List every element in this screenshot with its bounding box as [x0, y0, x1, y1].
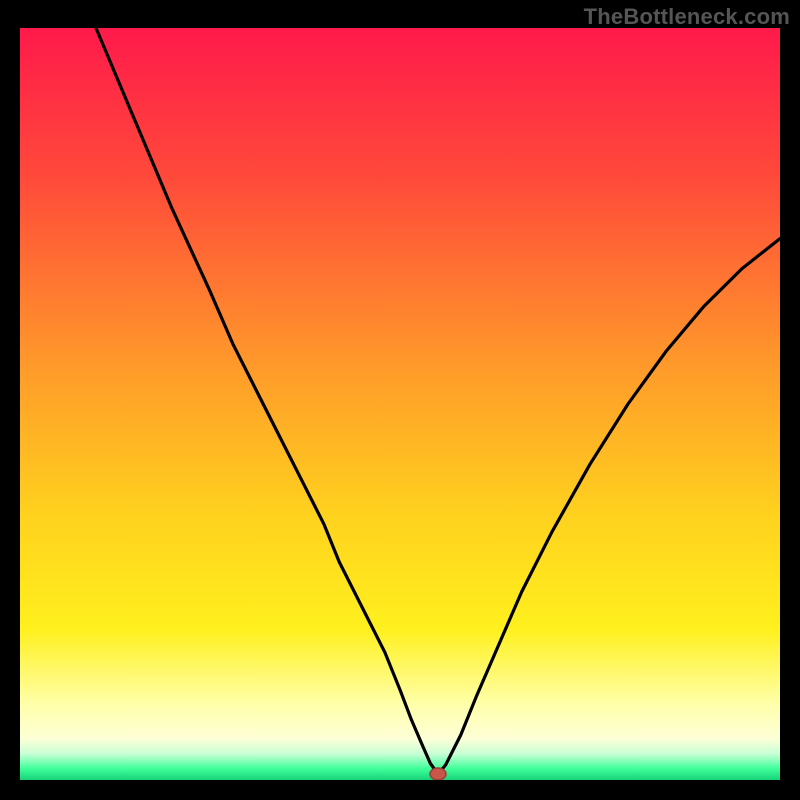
- optimal-marker: [430, 768, 446, 780]
- chart-frame: TheBottleneck.com: [0, 0, 800, 800]
- watermark-text: TheBottleneck.com: [584, 4, 790, 30]
- plot-svg: [20, 28, 780, 780]
- plot-area: [20, 28, 780, 780]
- gradient-background: [20, 28, 780, 780]
